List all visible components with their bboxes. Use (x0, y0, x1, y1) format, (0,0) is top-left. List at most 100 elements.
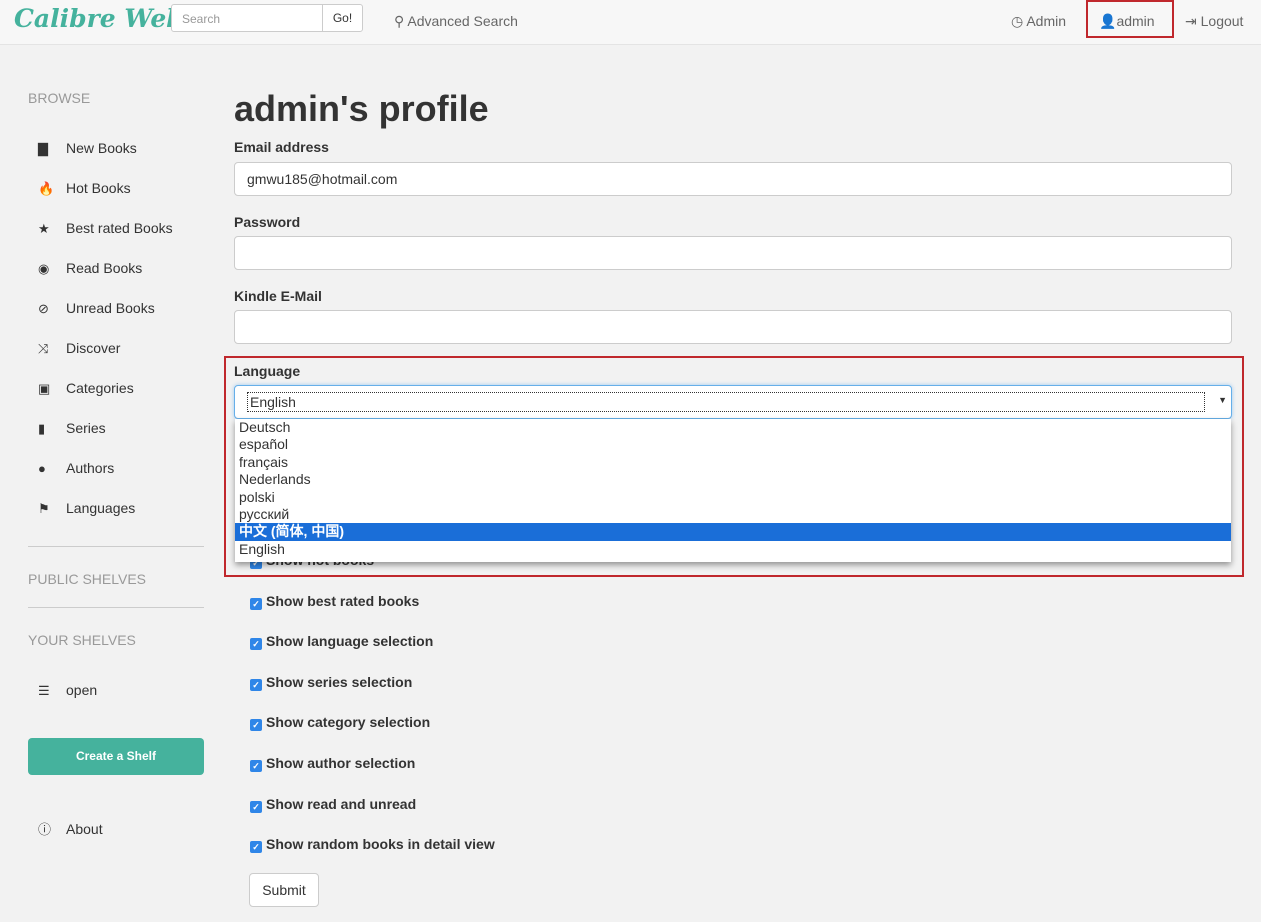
sidebar-item-discover[interactable]: ⤨ Discover (38, 340, 120, 357)
sidebar-item-categories[interactable]: ▣ Categories (38, 380, 134, 397)
logout-label: Logout (1200, 13, 1244, 29)
advanced-search-link[interactable]: ⚲ Advanced Search (394, 13, 518, 30)
password-label: Password (234, 214, 301, 230)
eye-icon: ◉ (38, 261, 50, 276)
admin-label: Admin (1026, 13, 1067, 29)
checkbox[interactable]: ✓ (250, 760, 262, 772)
language-option[interactable]: English (235, 541, 1231, 558)
sidebar-item-label: Best rated Books (66, 220, 173, 236)
email-field[interactable]: gmwu185@hotmail.com (234, 162, 1232, 196)
language-option[interactable]: русский (235, 506, 1231, 523)
star-icon: ★ (38, 221, 50, 236)
user-icon: ● (38, 461, 46, 476)
language-option[interactable]: Deutsch (235, 419, 1231, 436)
language-selected-value: English (247, 392, 1205, 412)
checkbox[interactable]: ✓ (250, 638, 262, 651)
profile-label: admin (1116, 13, 1155, 29)
sidebar-item-languages[interactable]: ⚑ Languages (38, 500, 135, 517)
sidebar-item-label: Languages (66, 500, 136, 516)
email-label: Email address (234, 139, 329, 155)
checkbox-label: Show series selection (266, 673, 413, 690)
checkbox-label: Show language selection (266, 633, 434, 650)
fire-icon: 🔥 (38, 181, 55, 196)
public-shelves-heading[interactable]: PUBLIC SHELVES (28, 571, 146, 587)
divider (28, 546, 204, 547)
sidebar-item-unread-books[interactable]: ⊘ Unread Books (38, 300, 155, 317)
sidebar-item-authors[interactable]: ● Authors (38, 460, 114, 476)
language-label: Language (234, 363, 301, 379)
sidebar-item-read-books[interactable]: ◉ Read Books (38, 260, 142, 277)
sidebar-item-label: New Books (66, 140, 137, 156)
checkbox-row[interactable]: ✓ Show random books in detail view (250, 836, 495, 854)
divider (28, 607, 204, 608)
sidebar-item-label: Discover (66, 340, 121, 356)
eye-slash-icon: ⊘ (38, 301, 49, 316)
language-option[interactable]: Nederlands (235, 471, 1231, 488)
sidebar-item-label: Authors (66, 460, 115, 476)
submit-button[interactable]: Submit (249, 873, 319, 907)
sidebar-item-label: Unread Books (66, 300, 155, 316)
admin-link[interactable]: ◷ Admin (1011, 13, 1066, 30)
sidebar-item-label: Series (66, 420, 106, 436)
language-dropdown: Deutsch español français Nederlands polski ру… (235, 419, 1231, 562)
go-button[interactable]: Go! (322, 4, 363, 32)
checkbox-label: Show read and unread (266, 795, 417, 812)
list-icon: ☰ (38, 683, 50, 698)
sidebar-item-label: Read Books (66, 260, 143, 276)
logo[interactable]: Calibre Web (14, 4, 184, 33)
language-option[interactable]: 中文 (简体, 中国) (235, 523, 1231, 541)
language-option[interactable]: español (235, 436, 1231, 453)
checkbox-row[interactable]: ✓ Show series selection (250, 674, 412, 691)
logout-icon: ⇥ (1185, 13, 1201, 29)
chevron-down-icon: ▼ (1218, 395, 1227, 405)
user-icon: 👤 (1099, 13, 1117, 29)
sidebar-item-label: Categories (66, 380, 134, 396)
sidebar-item-series[interactable]: ▮ Series (38, 420, 106, 437)
checkbox[interactable]: ✓ (250, 678, 262, 691)
checkbox[interactable]: ✓ (250, 719, 262, 732)
checkbox-row[interactable]: ✓ Show category selection (250, 714, 431, 732)
checkbox-label: Show random books in detail view (266, 836, 495, 853)
bookmark-icon: ▮ (38, 421, 46, 436)
sidebar-item-hot-books[interactable]: 🔥 Hot Books (38, 180, 131, 197)
create-shelf-button[interactable]: Create a Shelf (28, 738, 204, 775)
checkbox-label: Show category selection (266, 714, 431, 731)
search-icon: ⚲ (394, 13, 408, 29)
language-select[interactable]: English ▼ (234, 385, 1232, 419)
browse-heading: BROWSE (28, 90, 91, 106)
language-option[interactable]: français (235, 454, 1231, 471)
checkbox-row[interactable]: ✓ Show read and unread (250, 796, 416, 813)
checkbox[interactable]: ✓ (250, 800, 262, 813)
logout-link[interactable]: ⇥ Logout (1185, 13, 1243, 30)
checkbox-row[interactable]: ✓ Show best rated books (250, 593, 419, 610)
sidebar-item-label: Hot Books (66, 180, 131, 196)
dashboard-icon: ◷ (1011, 13, 1027, 29)
about-label: About (66, 821, 103, 837)
book-icon: ▇ (38, 141, 48, 156)
kindle-label: Kindle E-Mail (234, 288, 322, 304)
checkbox-label: Show author selection (266, 755, 416, 771)
advanced-search-label: Advanced Search (407, 13, 518, 29)
search-input[interactable]: Search (171, 4, 323, 32)
kindle-email-field[interactable] (234, 310, 1232, 344)
page-title: admin's profile (234, 88, 489, 129)
checkbox[interactable]: ✓ (250, 841, 262, 854)
language-option[interactable]: polski (235, 489, 1231, 506)
checkbox-label: Show best rated books (266, 592, 420, 609)
sidebar-item-best-rated-books[interactable]: ★ Best rated Books (38, 220, 173, 237)
inbox-icon: ▣ (38, 381, 51, 396)
shelf-label: open (66, 682, 98, 698)
navbar: Calibre Web Search Go! ⚲ Advanced Search… (0, 0, 1261, 45)
your-shelves-heading: YOUR SHELVES (28, 632, 136, 648)
checkbox-row[interactable]: ✓ Show author selection (250, 755, 415, 772)
shelf-open[interactable]: ☰ open (38, 682, 97, 699)
profile-link[interactable]: 👤admin (1099, 13, 1155, 30)
about-link[interactable]: ⓘ About (38, 819, 103, 838)
sidebar-item-new-books[interactable]: ▇ New Books (38, 140, 137, 157)
flag-icon: ⚑ (38, 501, 50, 516)
info-icon: ⓘ (38, 822, 52, 837)
password-field[interactable] (234, 236, 1232, 270)
checkbox-row[interactable]: ✓ Show language selection (250, 633, 434, 651)
checkbox[interactable]: ✓ (250, 597, 262, 610)
random-icon: ⤨ (38, 341, 49, 356)
